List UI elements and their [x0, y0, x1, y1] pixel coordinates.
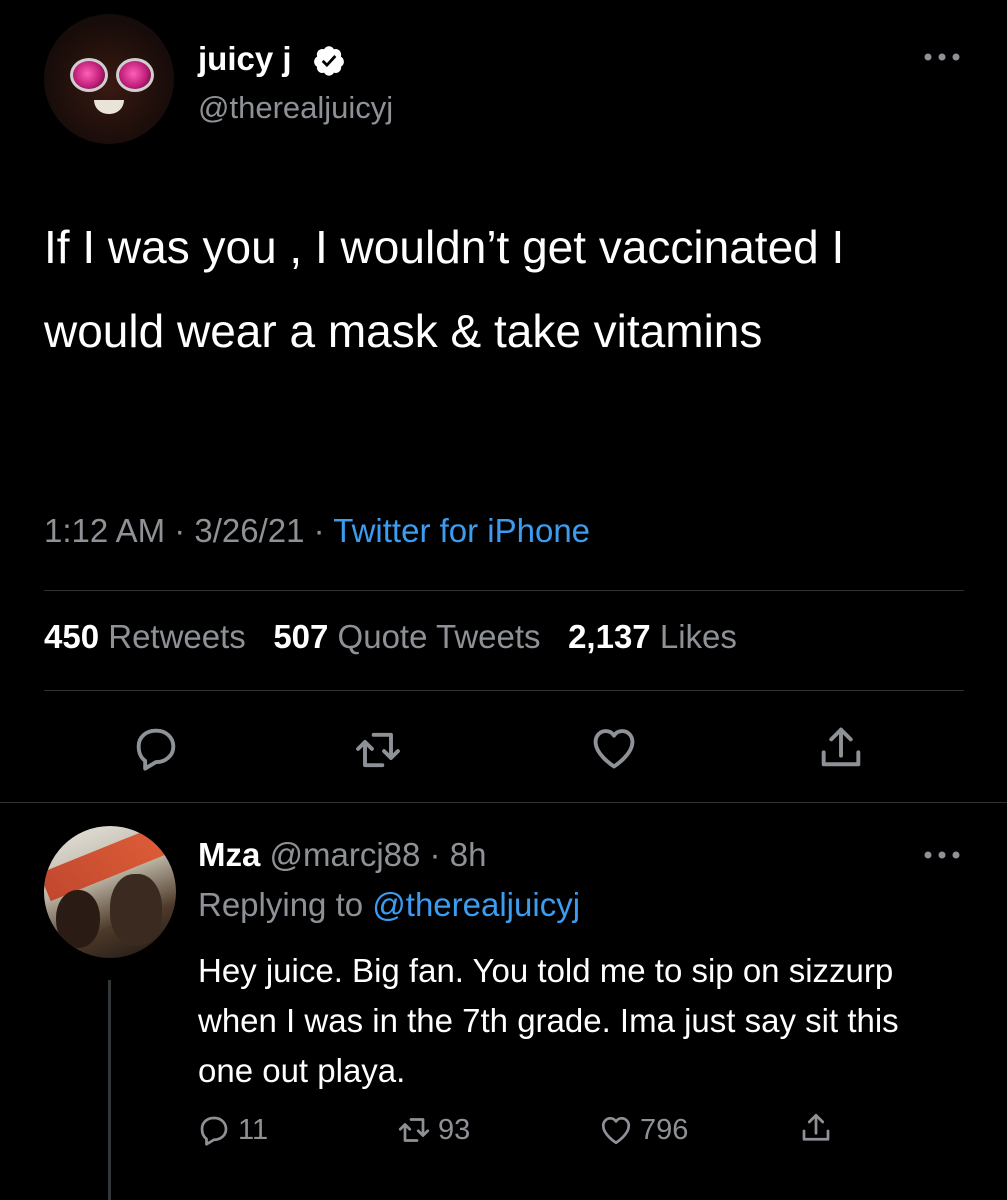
- quotes-stat[interactable]: 507 Quote Tweets: [273, 618, 540, 655]
- verified-icon: [314, 46, 344, 76]
- reply-like-button[interactable]: 796: [598, 1112, 688, 1148]
- reply-header: Mza @marcj88 · 8h: [198, 836, 486, 874]
- tweet-time[interactable]: 1:12 AM: [44, 512, 165, 549]
- retweet-icon: [398, 1118, 430, 1142]
- meta-separator: ·: [304, 512, 334, 549]
- share-icon: [802, 1113, 830, 1141]
- tweet-source[interactable]: Twitter for iPhone: [333, 512, 590, 549]
- like-count: 796: [640, 1113, 689, 1146]
- divider: [44, 590, 964, 591]
- goggle-left: [70, 58, 108, 92]
- retweet-count: 93: [438, 1113, 471, 1146]
- quotes-count: 507: [273, 618, 329, 655]
- replying-to: Replying to @therealjuicyj: [198, 886, 580, 924]
- share-icon[interactable]: [815, 722, 867, 774]
- reply-avatar[interactable]: [44, 826, 176, 958]
- tweet-text: If I was you , I wouldn’t get vaccinated…: [44, 221, 845, 357]
- retweets-stat[interactable]: 450 Retweets: [44, 618, 246, 655]
- divider: [0, 802, 1007, 803]
- reply-handle[interactable]: @marcj88: [270, 836, 421, 873]
- more-icon[interactable]: [922, 50, 962, 64]
- goggle-right: [116, 58, 154, 92]
- meta-separator: ·: [165, 512, 195, 549]
- avatar-smile: [94, 100, 124, 114]
- likes-label: Likes: [659, 618, 737, 655]
- tweet-date[interactable]: 3/26/21: [194, 512, 304, 549]
- divider: [44, 690, 964, 691]
- reply-icon[interactable]: [130, 722, 182, 774]
- reply-share-button[interactable]: [798, 1110, 834, 1146]
- handle[interactable]: @therealjuicyj: [198, 90, 393, 126]
- quotes-label: Quote Tweets: [337, 618, 541, 655]
- reply-display-name[interactable]: Mza: [198, 836, 260, 873]
- retweets-label: Retweets: [108, 618, 246, 655]
- avatar-figure: [56, 890, 100, 948]
- reply-count: 11: [238, 1113, 269, 1146]
- likes-count: 2,137: [568, 618, 651, 655]
- reply-reply-button[interactable]: 11: [196, 1112, 268, 1148]
- thread-line: [108, 980, 111, 1200]
- likes-stat[interactable]: 2,137 Likes: [568, 618, 737, 655]
- replying-mention[interactable]: @therealjuicyj: [372, 886, 580, 923]
- more-icon[interactable]: [922, 848, 962, 862]
- avatar-figure: [110, 874, 162, 946]
- reply-age[interactable]: 8h: [450, 836, 487, 873]
- retweet-icon[interactable]: [352, 724, 404, 776]
- like-icon: [601, 1116, 631, 1145]
- reply-text: Hey juice. Big fan. You told me to sip o…: [198, 952, 899, 1089]
- tweet-stats: 450 Retweets 507 Quote Tweets 2,137 Like…: [44, 618, 737, 656]
- retweets-count: 450: [44, 618, 100, 655]
- like-icon[interactable]: [588, 722, 640, 774]
- meta-separator: ·: [420, 836, 450, 873]
- tweet-meta: 1:12 AM · 3/26/21 · Twitter for iPhone: [44, 512, 590, 550]
- reply-retweet-button[interactable]: 93: [396, 1112, 470, 1148]
- avatar[interactable]: [44, 14, 174, 144]
- replying-label: Replying to: [198, 886, 364, 923]
- reply-icon: [200, 1116, 228, 1146]
- display-name[interactable]: juicy j: [198, 40, 292, 78]
